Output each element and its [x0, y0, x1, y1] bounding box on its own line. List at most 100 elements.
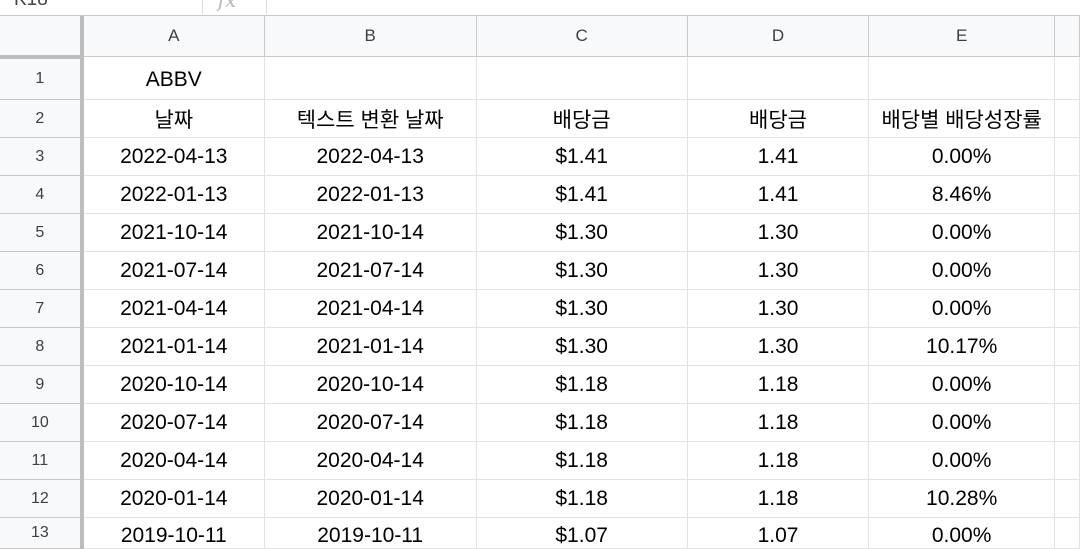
row-header[interactable]: 4	[0, 175, 84, 214]
cell-d[interactable]	[687, 56, 870, 100]
cell-f[interactable]	[1054, 99, 1080, 138]
cell-b[interactable]: 2021-04-14	[264, 289, 477, 328]
column-header-row: A B C D E	[0, 16, 1080, 59]
cell-b[interactable]: 텍스트 변환 날짜	[264, 99, 477, 138]
cell-c[interactable]: $1.41	[476, 175, 688, 214]
cell-f[interactable]	[1054, 517, 1080, 549]
select-all-corner[interactable]	[0, 16, 84, 59]
cell-f[interactable]	[1054, 175, 1080, 214]
cell-c[interactable]	[476, 56, 688, 100]
cell-c[interactable]: $1.30	[476, 289, 688, 328]
column-header-e[interactable]: E	[868, 16, 1056, 57]
column-header-d[interactable]: D	[687, 16, 870, 57]
cell-d[interactable]: 1.18	[687, 479, 870, 518]
cell-e[interactable]: 0.00%	[868, 213, 1056, 252]
cell-c[interactable]: $1.30	[476, 327, 688, 366]
cell-d[interactable]: 1.18	[687, 403, 870, 442]
cell-a[interactable]: 2020-10-14	[81, 365, 265, 404]
cell-c[interactable]: $1.18	[476, 441, 688, 480]
column-header-f[interactable]	[1054, 16, 1080, 57]
cell-e[interactable]: 0.00%	[868, 517, 1056, 549]
cell-c[interactable]: $1.41	[476, 137, 688, 176]
cell-b[interactable]: 2020-04-14	[264, 441, 477, 480]
cell-c[interactable]: $1.30	[476, 251, 688, 290]
column-header-b[interactable]: B	[264, 16, 477, 57]
cell-b[interactable]: 2021-07-14	[264, 251, 477, 290]
cell-d[interactable]: 1.18	[687, 441, 870, 480]
cell-a[interactable]: 2021-04-14	[81, 289, 265, 328]
row-header[interactable]: 12	[0, 479, 84, 518]
cell-d[interactable]: 1.30	[687, 213, 870, 252]
cell-a[interactable]: 날짜	[81, 99, 265, 138]
cell-a[interactable]: 2021-10-14	[81, 213, 265, 252]
cell-d[interactable]: 1.41	[687, 175, 870, 214]
row-header[interactable]: 3	[0, 137, 84, 176]
row-header[interactable]: 10	[0, 403, 84, 442]
row-header[interactable]: 11	[0, 441, 84, 480]
cell-e[interactable]: 0.00%	[868, 251, 1056, 290]
cell-a[interactable]: 2022-01-13	[81, 175, 265, 214]
row-header[interactable]: 13	[0, 517, 84, 549]
cell-c[interactable]: $1.18	[476, 403, 688, 442]
cell-d[interactable]: 1.07	[687, 517, 870, 549]
cell-c[interactable]: $1.07	[476, 517, 688, 549]
cell-e[interactable]: 0.00%	[868, 365, 1056, 404]
row-header[interactable]: 9	[0, 365, 84, 404]
cell-d[interactable]: 1.18	[687, 365, 870, 404]
cell-b[interactable]: 2020-10-14	[264, 365, 477, 404]
cell-f[interactable]	[1054, 251, 1080, 290]
cell-c[interactable]: $1.18	[476, 479, 688, 518]
row-header[interactable]: 2	[0, 99, 84, 138]
cell-e[interactable]: 8.46%	[868, 175, 1056, 214]
cell-d[interactable]: 1.41	[687, 137, 870, 176]
cell-e[interactable]: 0.00%	[868, 289, 1056, 328]
cell-a[interactable]: 2021-01-14	[81, 327, 265, 366]
cell-f[interactable]	[1054, 441, 1080, 480]
cell-d[interactable]: 배당금	[687, 99, 870, 138]
cell-a[interactable]: ABBV	[81, 56, 265, 100]
cell-f[interactable]	[1054, 327, 1080, 366]
cell-a[interactable]: 2020-04-14	[81, 441, 265, 480]
cell-a[interactable]: 2020-07-14	[81, 403, 265, 442]
cell-c[interactable]: $1.30	[476, 213, 688, 252]
cell-b[interactable]: 2022-01-13	[264, 175, 477, 214]
cell-b[interactable]: 2020-07-14	[264, 403, 477, 442]
name-box[interactable]: K18	[0, 0, 203, 14]
cell-f[interactable]	[1054, 289, 1080, 328]
cell-c[interactable]: $1.18	[476, 365, 688, 404]
row-header[interactable]: 1	[0, 56, 84, 100]
cell-b[interactable]: 2019-10-11	[264, 517, 477, 549]
cell-b[interactable]: 2021-10-14	[264, 213, 477, 252]
cell-f[interactable]	[1054, 479, 1080, 518]
row-header[interactable]: 6	[0, 251, 84, 290]
cell-a[interactable]: 2019-10-11	[81, 517, 265, 549]
cell-f[interactable]	[1054, 213, 1080, 252]
cell-e[interactable]: 10.17%	[868, 327, 1056, 366]
cell-f[interactable]	[1054, 365, 1080, 404]
cell-d[interactable]: 1.30	[687, 289, 870, 328]
cell-b[interactable]: 2020-01-14	[264, 479, 477, 518]
cell-a[interactable]: 2021-07-14	[81, 251, 265, 290]
cell-e[interactable]: 10.28%	[868, 479, 1056, 518]
column-header-a[interactable]: A	[81, 16, 265, 57]
cell-e[interactable]: 배당별 배당성장률	[868, 99, 1056, 138]
cell-f[interactable]	[1054, 403, 1080, 442]
cell-d[interactable]: 1.30	[687, 251, 870, 290]
cell-e[interactable]: 0.00%	[868, 137, 1056, 176]
row-header[interactable]: 8	[0, 327, 84, 366]
cell-b[interactable]: 2021-01-14	[264, 327, 477, 366]
cell-b[interactable]: 2022-04-13	[264, 137, 477, 176]
cell-f[interactable]	[1054, 56, 1080, 100]
cell-f[interactable]	[1054, 137, 1080, 176]
row-header[interactable]: 7	[0, 289, 84, 328]
cell-a[interactable]: 2020-01-14	[81, 479, 265, 518]
column-header-c[interactable]: C	[476, 16, 688, 57]
cell-e[interactable]: 0.00%	[868, 403, 1056, 442]
cell-e[interactable]	[868, 56, 1056, 100]
cell-e[interactable]: 0.00%	[868, 441, 1056, 480]
cell-b[interactable]	[264, 56, 477, 100]
row-header[interactable]: 5	[0, 213, 84, 252]
cell-d[interactable]: 1.30	[687, 327, 870, 366]
cell-a[interactable]: 2022-04-13	[81, 137, 265, 176]
cell-c[interactable]: 배당금	[476, 99, 688, 138]
